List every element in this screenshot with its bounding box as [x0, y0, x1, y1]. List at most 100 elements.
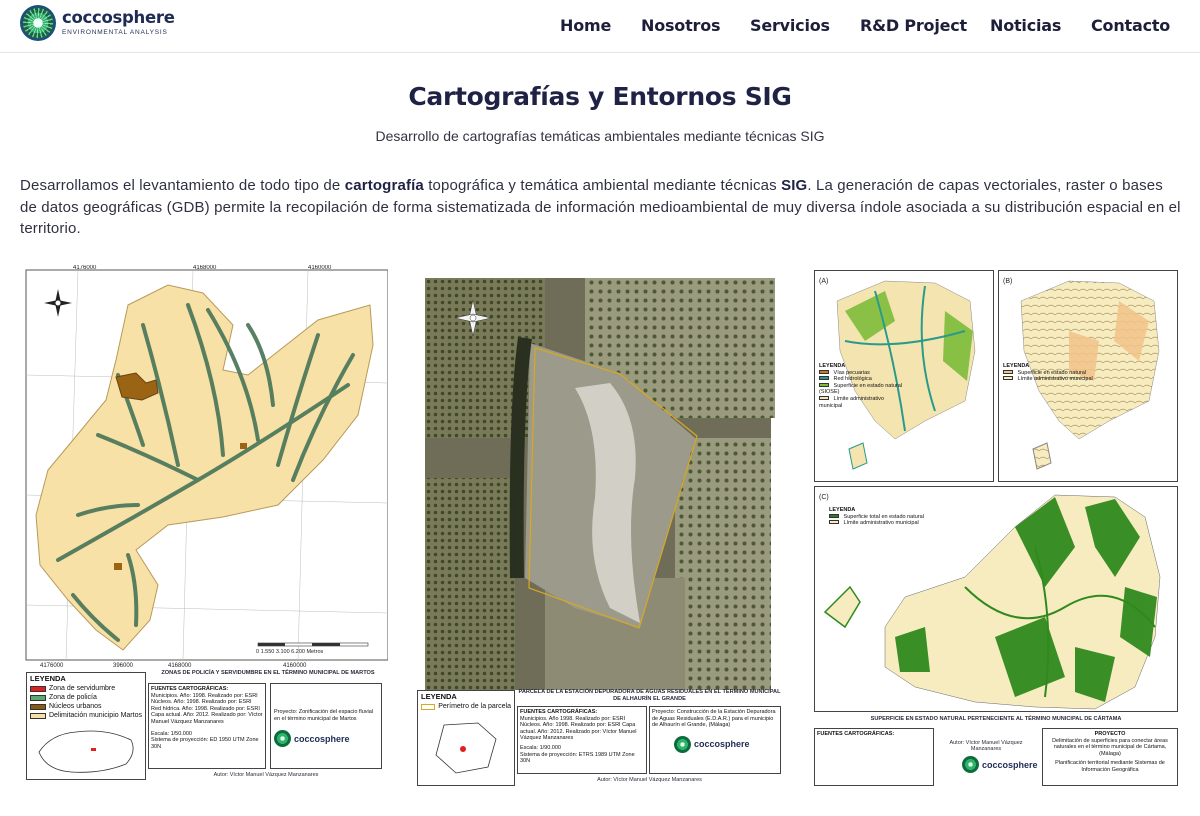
map-alhaurin-author: Autor: Víctor Manuel Vázquez Manzanares	[597, 777, 702, 783]
site-header: coccosphere ENVIRONMENTAL ANALYSIS Home …	[0, 0, 1200, 53]
legend-label: Límite administrativo municipal	[843, 520, 919, 527]
legend-label: Núcleos urbanos	[49, 703, 102, 710]
project-text: Proyecto: Zonificación del espacio fluvi…	[274, 709, 374, 722]
map-cartama-project: PROYECTO Delimitación de superficies par…	[1042, 728, 1178, 786]
nav-nosotros[interactable]: Nosotros	[641, 16, 721, 35]
svg-text:(C): (C)	[819, 494, 829, 501]
legend-swatch	[30, 694, 46, 701]
sources-title: FUENTES CARTOGRÁFICAS:	[520, 709, 598, 715]
para-bold-sig: SIG	[781, 177, 808, 194]
map-alhaurin-project: Proyecto: Construcción de la Estación De…	[649, 706, 781, 774]
map-cartama[interactable]: (A) LEYENDA Vías pecuarias Red hidrológi…	[812, 270, 1188, 790]
map-alhaurin-sources: FUENTES CARTOGRÁFICAS: Municipios. Año 1…	[517, 706, 647, 774]
project-text: Delimitación de superficies para conecta…	[1052, 737, 1168, 757]
sources-text: Municipios. Año: 1998. Realizado por: ES…	[151, 692, 263, 725]
legend-title: LEYENDA	[30, 674, 66, 683]
projection-text: Sistema de proyección: ETRS 1989 UTM Zon…	[520, 751, 635, 765]
coccosphere-logo-icon	[274, 730, 291, 748]
project-subtext: Planificación territorial mediante Siste…	[1055, 760, 1165, 773]
legend-item: Vías pecuarias	[819, 369, 903, 377]
legend-swatch	[829, 520, 839, 525]
map-cartama-panel-b: (B) LEYENDA Superficie en estado natural…	[998, 270, 1178, 482]
brand-text: coccosphere ENVIRONMENTAL ANALYSIS	[62, 8, 175, 36]
projection-text: Sistema de proyección: ED 1950 UTM Zone …	[151, 737, 259, 750]
para-text-1: Desarrollamos el levantamiento de todo t…	[20, 177, 345, 194]
nav-rd-project[interactable]: R&D Project	[860, 16, 967, 35]
legend-swatch	[30, 685, 46, 692]
map-alhaurin[interactable]: LEYENDA Perímetro de la parcela PARCELA …	[413, 278, 783, 788]
mini-logo-name: coccosphere	[982, 759, 1038, 770]
brand-tagline: ENVIRONMENTAL ANALYSIS	[62, 28, 168, 36]
legend-label: Zona de servidumbre	[49, 685, 116, 692]
aerial-photo	[425, 278, 775, 690]
svg-text:(A): (A)	[819, 278, 828, 285]
legend-swatch	[819, 395, 829, 400]
legend-swatch	[30, 703, 46, 710]
legend-item: Límite administrativo municipal	[1003, 376, 1093, 383]
legend-item: Perímetro de la parcela	[418, 702, 514, 711]
map-cartama-sources: FUENTES CARTOGRÁFICAS:	[814, 728, 934, 786]
legend-label: Límite administrativo municipal	[1017, 376, 1093, 383]
map-alhaurin-legend: LEYENDA Perímetro de la parcela	[417, 690, 515, 786]
svg-text:4160000: 4160000	[283, 663, 307, 669]
scale-text: Escala: 1/90.000	[520, 744, 561, 751]
svg-text:4160000: 4160000	[308, 265, 332, 271]
scale-text: Escala: 1/50.000	[151, 730, 192, 737]
legend-label: Red hidrológica	[833, 376, 872, 383]
svg-text:4168000: 4168000	[193, 265, 217, 271]
legend-swatch	[421, 703, 436, 710]
project-title: PROYECTO	[1094, 731, 1126, 737]
svg-text:4168000: 4168000	[168, 663, 192, 669]
legend-label: Superficie en estado natural	[1017, 369, 1087, 376]
legend-swatch	[1003, 376, 1013, 381]
sources-text: Municipios. Año 1998. Realizado por: ESR…	[520, 715, 637, 742]
mini-logo: coccosphere	[962, 756, 1038, 773]
map-cartama-panel-a: (A) LEYENDA Vías pecuarias Red hidrológi…	[814, 270, 994, 482]
map-alhaurin-heading: PARCELA DE LA ESTACIÓN DEPURADORA DE AGU…	[518, 689, 781, 702]
map-martos-heading: ZONAS DE POLICÍA Y SERVIDUMBRE EN EL TÉR…	[161, 670, 375, 676]
coccosphere-logo-icon	[962, 756, 979, 773]
map-cartama-author: Autor: Víctor Manuel Vázquez Manzanares	[949, 740, 1023, 752]
mini-logo-name: coccosphere	[294, 733, 350, 744]
brand-logo[interactable]: coccosphere ENVIRONMENTAL ANALYSIS	[20, 5, 175, 41]
legend-title: LEYENDA	[1003, 363, 1030, 369]
nav-noticias[interactable]: Noticias	[990, 16, 1061, 35]
svg-text:4176000: 4176000	[73, 265, 97, 271]
coccosphere-logo-icon	[674, 735, 691, 753]
para-text-2: topográfica y temática ambiental mediant…	[423, 177, 782, 194]
intro-paragraph: Desarrollamos el levantamiento de todo t…	[20, 175, 1184, 240]
legend-item: Superficie total en estado natural	[829, 513, 939, 521]
mini-logo: coccosphere	[674, 735, 778, 753]
map-martos[interactable]: 4176000 4168000 4160000 4176000 396000 4…	[18, 265, 388, 785]
legend-label: Perímetro de la parcela	[438, 703, 511, 710]
coccosphere-logo-icon	[20, 5, 56, 41]
project-text: Proyecto: Construcción de la Estación De…	[652, 709, 776, 729]
map-cartama-panel-c: (C) LEYENDA Superficie total en estado n…	[814, 486, 1178, 712]
map-martos-author: Autor: Víctor Manuel Vázquez Manzanares	[213, 772, 319, 778]
para-bold-cartografia: cartografía	[344, 177, 424, 194]
legend-item: Límite administrativo municipal	[829, 520, 939, 527]
legend-label: Superficie en estado natural (SIOSE)	[819, 382, 903, 396]
nav-contacto[interactable]: Contacto	[1091, 16, 1170, 35]
map-martos-project: Proyecto: Zonificación del espacio fluvi…	[270, 683, 382, 769]
legend-swatch	[1003, 369, 1013, 374]
map-martos-sources: FUENTES CARTOGRÁFICAS: Municipios. Año: …	[148, 683, 266, 769]
legend-item: Delimitación municipio Martos	[27, 711, 145, 720]
legend-label: Superficie total en estado natural	[843, 513, 924, 520]
nav-home[interactable]: Home	[560, 16, 611, 35]
legend-swatch	[819, 382, 829, 387]
locator-map	[38, 730, 134, 773]
sources-title: FUENTES CARTOGRÁFICAS:	[817, 731, 895, 737]
sources-title: FUENTES CARTOGRÁFICAS:	[151, 686, 229, 692]
legend-item: Superficie en estado natural (SIOSE)	[819, 382, 903, 396]
map-martos-legend: LEYENDA Zona de servidumbre Zona de poli…	[26, 672, 146, 780]
legend-item: Límite administrativo municipal	[819, 395, 903, 409]
svg-text:396000: 396000	[113, 663, 134, 669]
brand-name: coccosphere	[62, 8, 175, 27]
nav-servicios[interactable]: Servicios	[750, 16, 830, 35]
panel-b-legend: LEYENDA Superficie en estado natural Lím…	[1003, 363, 1093, 383]
legend-swatch	[819, 376, 829, 381]
mini-logo: coccosphere	[274, 730, 378, 748]
legend-label: Zona de policía	[49, 694, 97, 701]
map-cartama-heading: SUPERFICIE EN ESTADO NATURAL PERTENECIEN…	[870, 716, 1122, 722]
